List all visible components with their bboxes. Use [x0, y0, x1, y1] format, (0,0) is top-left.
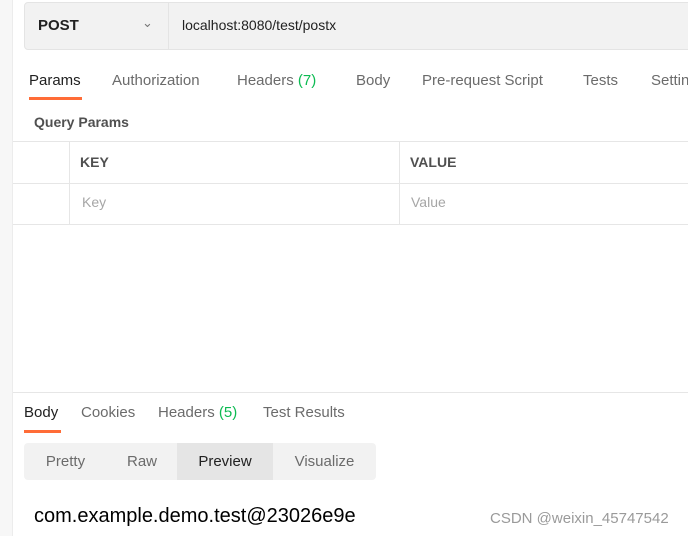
response-tab-headers[interactable]: Headers (5): [158, 404, 237, 421]
view-pretty-button[interactable]: Pretty: [24, 443, 107, 480]
response-tab-test-results[interactable]: Test Results: [263, 404, 345, 421]
tab-tests[interactable]: Tests: [583, 72, 618, 89]
response-tab-body[interactable]: Body: [24, 404, 58, 421]
view-visualize-button[interactable]: Visualize: [273, 443, 376, 480]
left-sidebar-edge: [0, 0, 13, 536]
tab-headers[interactable]: Headers (7): [237, 72, 316, 89]
tab-label: Body: [356, 72, 391, 89]
divider: [399, 141, 400, 224]
view-mode-selector: Pretty Raw Preview Visualize: [24, 443, 376, 480]
tab-label: Test Results: [263, 404, 345, 421]
view-raw-button[interactable]: Raw: [107, 443, 177, 480]
key-input[interactable]: Key: [82, 194, 106, 210]
response-tab-cookies[interactable]: Cookies: [81, 404, 135, 421]
divider: [13, 183, 688, 184]
tab-label: Headers: [237, 72, 294, 89]
divider: [13, 141, 688, 142]
tab-settings[interactable]: Settin: [651, 72, 688, 89]
headers-count: (7): [297, 72, 317, 89]
watermark: CSDN @weixin_45747542: [490, 510, 669, 527]
pane-divider[interactable]: [13, 392, 688, 393]
tab-params[interactable]: Params: [29, 72, 81, 89]
view-preview-button[interactable]: Preview: [177, 443, 273, 480]
tab-label: Settin: [651, 72, 688, 89]
tab-label: Params: [29, 72, 81, 89]
chevron-down-icon: ⌄: [142, 15, 153, 30]
column-header-key: KEY: [80, 154, 109, 170]
active-tab-indicator: [24, 430, 61, 433]
active-tab-indicator: [29, 97, 82, 100]
divider: [69, 141, 70, 224]
tab-pre-request-script[interactable]: Pre-request Script: [422, 72, 543, 89]
tab-authorization[interactable]: Authorization: [112, 72, 200, 89]
method-label: POST: [38, 17, 79, 34]
tab-label: Headers: [158, 404, 215, 421]
method-select[interactable]: POST ⌄: [24, 2, 169, 50]
divider: [13, 224, 688, 225]
query-params-title: Query Params: [34, 114, 129, 130]
tab-label: Body: [24, 404, 59, 421]
tab-label: Pre-request Script: [422, 72, 543, 89]
headers-count: (5): [218, 404, 238, 421]
tab-label: Cookies: [81, 404, 136, 421]
url-input[interactable]: localhost:8080/test/postx: [182, 17, 336, 33]
response-body-preview: com.example.demo.test@23026e9e: [34, 505, 356, 527]
value-input[interactable]: Value: [411, 194, 446, 210]
tab-label: Tests: [583, 72, 619, 89]
tab-body[interactable]: Body: [356, 72, 390, 89]
column-header-value: VALUE: [410, 154, 457, 170]
tab-label: Authorization: [112, 72, 200, 89]
